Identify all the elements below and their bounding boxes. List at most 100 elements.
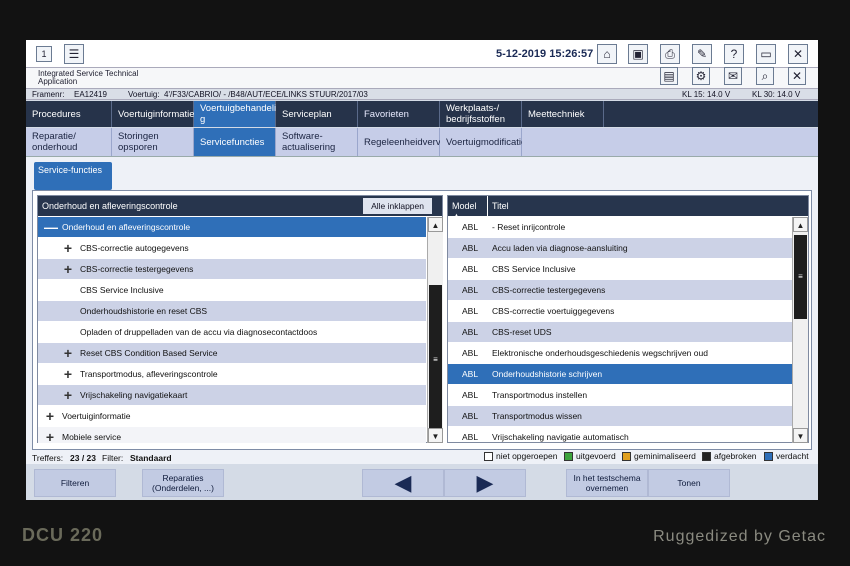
tab-storingen-opsporen[interactable]: Storingen opsporen [112,128,194,156]
tab-meettechniek[interactable]: Meettechniek [522,101,604,127]
tab-favorieten[interactable]: Favorieten [358,101,440,127]
tab-servicefuncties[interactable]: Servicefuncties [194,128,276,156]
framenr-label: Framenr: [32,90,65,99]
tree-row[interactable]: Opladen of druppelladen van de accu via … [38,322,426,343]
add-to-test-plan-button[interactable]: In het testschema overnemen [566,469,648,497]
legend-not-called: niet opgeroepen [484,451,557,461]
content-area: Service-functies Onderhoud en aflevering… [26,156,818,452]
scroll-thumb[interactable]: ≡ [429,285,442,435]
cell-title: CBS-reset UDS [492,327,552,337]
table-row[interactable]: ABL CBS-reset UDS [448,322,792,343]
home-icon[interactable]: ⌂ [597,44,617,64]
table-row[interactable]: ABL CBS Service Inclusive [448,259,792,280]
cell-model: ABL [462,348,479,358]
plus-icon[interactable]: + [44,430,56,443]
tab-werkplaatsstoffen[interactable]: Werkplaats-/ bedrijfsstoffen [440,101,522,127]
next-button[interactable]: ▶ [444,469,526,497]
arrow-left-icon: ◀ [394,470,412,495]
tree-scrollbar[interactable]: ▲ ≡ ▼ [427,217,443,443]
plus-icon[interactable]: + [44,409,56,423]
tree-row-label: CBS-correctie autogegevens [80,243,189,253]
legend-minimized: geminimaliseerd [622,451,696,461]
tree-row-label: Reset CBS Condition Based Service [80,348,218,358]
legend-label: uitgevoerd [576,451,616,461]
table-row[interactable]: ABL Elektronische onderhoudsgeschiedenis … [448,343,792,364]
tree-row[interactable]: + Voertuiginformatie [38,406,426,427]
tab-procedures[interactable]: Procedures [26,101,112,127]
wrench-icon[interactable]: ✎ [692,44,712,64]
help-icon[interactable]: ? [724,44,744,64]
tree-row[interactable]: + CBS-correctie testergegevens [38,259,426,280]
voertuig-label: Voertuig: [128,90,160,99]
table-row[interactable]: ABL - Reset inrijcontrole [448,217,792,238]
tree-header-title: Onderhoud en afleveringscontrole [42,201,178,211]
column-title[interactable]: Titel [488,196,808,216]
minus-icon[interactable]: — [44,220,58,234]
tab-software-actualisering[interactable]: Software-actualisering [276,128,358,156]
tree-row[interactable]: + Vrijschakeling navigatiekaart [38,385,426,406]
treffers-value: 23 / 23 [70,453,96,463]
table-row[interactable]: ABL Vrijschakeling navigatie automatisch [448,427,792,443]
scroll-down-icon[interactable]: ▼ [793,428,808,443]
previous-button[interactable]: ◀ [362,469,444,497]
scroll-thumb[interactable]: ≡ [794,235,807,319]
repairs-button[interactable]: Reparaties (Onderdelen, ...) [142,469,224,497]
column-model[interactable]: Model ▲ [448,196,488,221]
tree-row[interactable]: + Transportmodus, afleveringscontrole [38,364,426,385]
table-scrollbar[interactable]: ▲ ≡ ▼ [792,217,808,443]
table-header: Model ▲ Titel [448,196,808,221]
mail-icon[interactable]: ✉ [724,67,742,85]
list-icon[interactable]: ☰ [64,44,84,64]
table-row[interactable]: ABL CBS-correctie testergegevens [448,280,792,301]
filter-button[interactable]: Filteren [34,469,116,497]
tab-voertuiginformatie[interactable]: Voertuiginformatie [112,101,195,127]
cell-title: Elektronische onderhoudsgeschiedenis weg… [492,348,708,358]
panel: Onderhoud en afleveringscontrole Alle in… [32,190,812,450]
plus-icon[interactable]: + [62,388,74,402]
tree-row[interactable]: CBS Service Inclusive [38,280,426,301]
cell-model: ABL [462,222,479,232]
tab-filler [604,101,818,127]
vehicle-icon[interactable]: ▣ [628,44,648,64]
gear-icon[interactable]: ⚙ [692,67,710,85]
scroll-up-icon[interactable]: ▲ [428,217,443,232]
print-icon[interactable]: ⎙ [660,44,680,64]
table-body: ABL - Reset inrijcontrole ABL Accu laden v… [448,217,792,443]
tab-service-functies[interactable]: Service-functies [34,162,112,190]
tree-row[interactable]: + Mobiele service [38,427,426,443]
tab-serviceplan[interactable]: Serviceplan [276,101,358,127]
tree-row[interactable]: + CBS-correctie autogegevens [38,238,426,259]
close-session-icon[interactable]: ✕ [788,67,806,85]
show-button[interactable]: Tonen [648,469,730,497]
tree-header: Onderhoud en afleveringscontrole Alle in… [38,196,442,216]
plus-icon[interactable]: + [62,262,74,276]
results-table: Model ▲ Titel ABL - Reset inrijcontrole A… [447,195,809,443]
collapse-all-button[interactable]: Alle inklappen [363,198,432,214]
search-icon[interactable]: ⌕ [756,67,774,85]
plus-icon[interactable]: + [62,367,74,381]
table-row[interactable]: ABL Transportmodus wissen [448,406,792,427]
scroll-down-icon[interactable]: ▼ [428,428,443,443]
window-number[interactable]: 1 [36,46,52,62]
tab-voertuigbehandeling[interactable]: Voertuigbehandelin g [194,101,281,127]
tree-row[interactable]: — Onderhoud en afleveringscontrole [38,217,426,238]
scroll-up-icon[interactable]: ▲ [793,217,808,232]
cell-title: Vrijschakeling navigatie automatisch [492,432,629,442]
table-row[interactable]: ABL Transportmodus instellen [448,385,792,406]
close-icon[interactable]: ✕ [788,44,808,64]
table-row[interactable]: ABL Accu laden via diagnose-aansluiting [448,238,792,259]
tab-regeleenheidvervanging[interactable]: Regeleenheidvervanging [358,128,469,156]
tree-row[interactable]: + Reset CBS Condition Based Service [38,343,426,364]
table-row[interactable]: ABL Onderhoudshistorie schrijven [448,364,792,385]
tree-row[interactable]: Onderhoudshistorie en reset CBS [38,301,426,322]
minimize-icon[interactable]: ▭ [756,44,776,64]
framenr-value: EA12419 [74,90,107,99]
table-row[interactable]: ABL CBS-correctie voertuiggegevens [448,301,792,322]
plus-icon[interactable]: + [62,241,74,255]
plus-icon[interactable]: + [62,346,74,360]
document-icon[interactable]: ▤ [660,67,678,85]
legend-checkbox [702,451,711,461]
tab-reparatie-onderhoud[interactable]: Reparatie/ onderhoud [26,128,112,156]
tab-voertuigmodificatie[interactable]: Voertuigmodificatie [440,128,526,156]
cell-model: ABL [462,306,479,316]
